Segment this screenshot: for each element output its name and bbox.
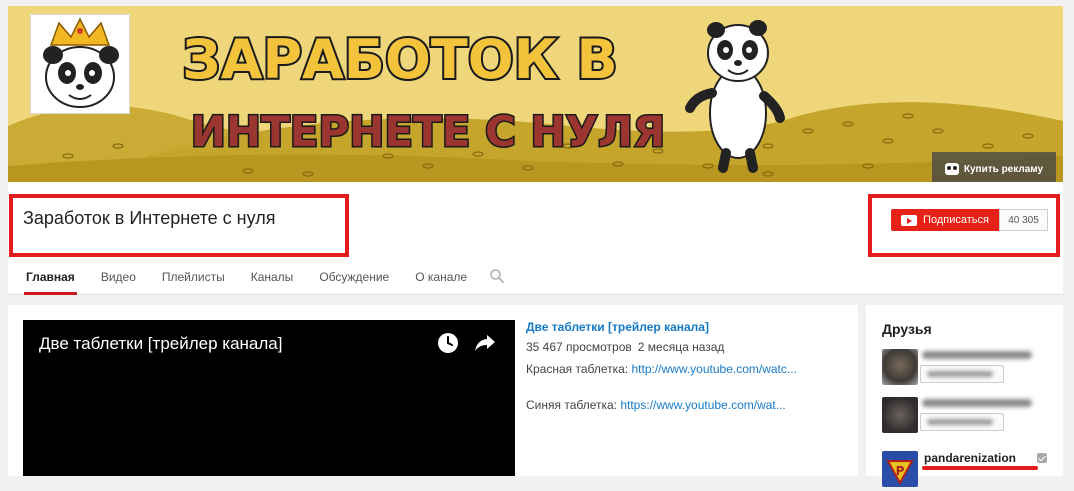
superhero-logo-icon: P (882, 451, 918, 487)
buy-ad-button[interactable]: Купить рекламу (932, 152, 1056, 182)
video-title-link[interactable]: Две таблетки [трейлер канала] (526, 320, 856, 334)
friend-avatar[interactable]: P (882, 451, 918, 487)
friend-item[interactable] (882, 397, 1057, 437)
friends-sidebar: Друзья P pandarenization (866, 305, 1063, 487)
verified-icon (1037, 453, 1047, 463)
friend-name-redacted (922, 351, 1032, 359)
channel-banner: ЗАРАБОТОК В ИНТЕРНЕТЕ С НУЛЯ Купить рекл… (8, 6, 1063, 182)
search-icon (490, 269, 505, 283)
friend-item[interactable]: P pandarenization (882, 451, 1057, 491)
main-content: Две таблетки [трейлер канала] Две таблет… (8, 305, 858, 476)
friend-subscribe-button[interactable] (920, 413, 1004, 431)
share-icon[interactable] (474, 333, 496, 353)
subscriber-count: 40 305 (999, 209, 1048, 231)
channel-search-button[interactable] (483, 262, 511, 295)
friend-avatar[interactable] (882, 349, 918, 385)
view-count: 35 467 просмотров (526, 340, 632, 354)
tab-videos[interactable]: Видео (91, 262, 146, 295)
subscribe-button[interactable]: Подписаться (891, 209, 999, 231)
blue-pill-link[interactable]: https://www.youtube.com/wat... (620, 398, 785, 412)
blue-pill-label: Синяя таблетка: (526, 398, 617, 412)
buy-ad-label: Купить рекламу (963, 163, 1044, 175)
banner-art: ЗАРАБОТОК В ИНТЕРНЕТЕ С НУЛЯ (8, 20, 1063, 182)
tab-home[interactable]: Главная (16, 262, 85, 295)
red-pill-label: Красная таблетка: (526, 362, 629, 376)
channel-title[interactable]: Заработок в Интернете с нуля (23, 208, 275, 229)
tab-about[interactable]: О канале (405, 262, 477, 295)
watch-later-icon[interactable] (437, 332, 459, 354)
channel-tabs: Главная Видео Плейлисты Каналы Обсуждени… (16, 262, 517, 295)
channel-header: Заработок в Интернете с нуля Подписаться… (8, 182, 1063, 295)
tab-playlists[interactable]: Плейлисты (152, 262, 235, 295)
panda-icon (944, 163, 959, 175)
friend-name-redacted (922, 399, 1032, 407)
banner-headline-2: ИНТЕРНЕТЕ С НУЛЯ (191, 107, 665, 156)
banner-headline-1: ЗАРАБОТОК В (182, 28, 617, 91)
friend-avatar[interactable] (882, 397, 918, 433)
youtube-play-icon (901, 214, 918, 226)
underline-highlight (922, 466, 1038, 470)
upload-age: 2 месяца назад (637, 340, 725, 354)
friend-subscribe-button[interactable] (920, 365, 1004, 383)
tab-discussion[interactable]: Обсуждение (309, 262, 399, 295)
panda-king-icon (31, 15, 129, 113)
player-video-title[interactable]: Две таблетки [трейлер канала] (39, 334, 282, 354)
video-meta: 35 467 просмотров 2 месяца назад (526, 340, 856, 354)
channel-avatar[interactable] (30, 14, 130, 114)
subscribe-label: Подписаться (923, 214, 989, 226)
friends-heading: Друзья (882, 321, 932, 337)
tab-channels[interactable]: Каналы (241, 262, 304, 295)
video-info: Две таблетки [трейлер канала] 35 467 про… (526, 320, 856, 412)
description-line: Красная таблетка: http://www.youtube.com… (526, 362, 856, 376)
friend-item[interactable] (882, 349, 1057, 389)
red-pill-link[interactable]: http://www.youtube.com/watc... (631, 362, 796, 376)
description-line: Синяя таблетка: https://www.youtube.com/… (526, 398, 856, 412)
video-player[interactable]: Две таблетки [трейлер канала] (23, 320, 515, 476)
friend-name[interactable]: pandarenization (924, 451, 1016, 465)
